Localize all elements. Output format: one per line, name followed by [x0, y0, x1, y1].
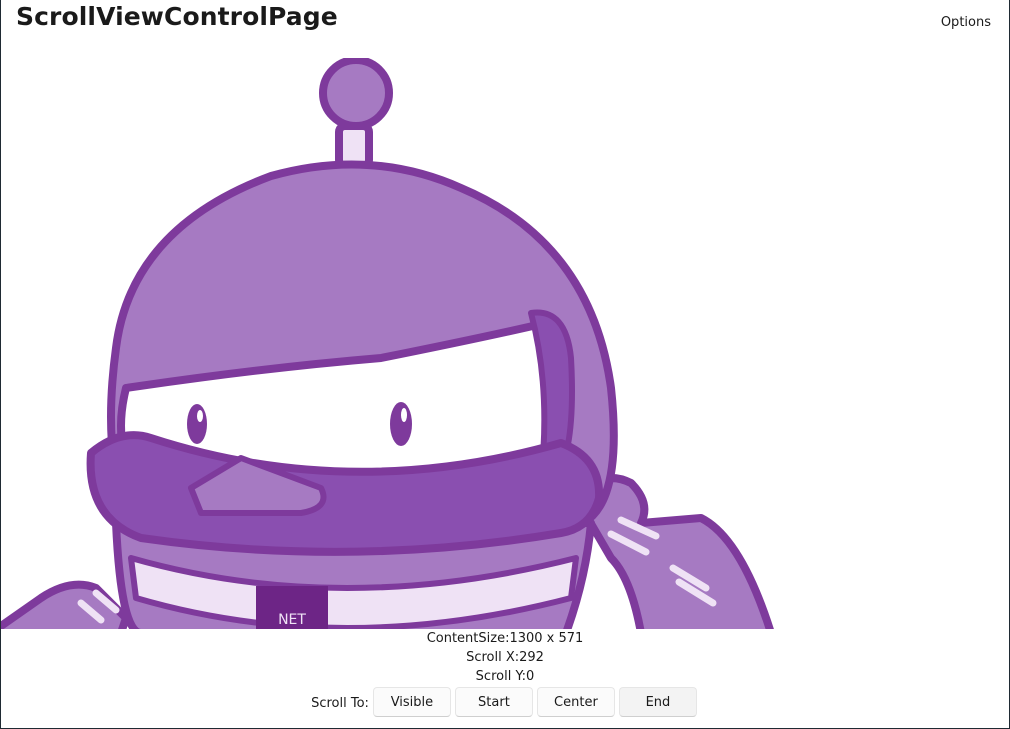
- scroll-center-button[interactable]: Center: [536, 687, 615, 717]
- scroll-y-label: Scroll Y:0: [475, 669, 535, 684]
- scroll-start-button[interactable]: Start: [454, 687, 533, 717]
- dotnet-bot-image: NET: [1, 58, 774, 629]
- scroll-to-toolbar: Scroll To: Visible Start Center End: [1, 686, 1009, 718]
- options-menu-button[interactable]: Options: [941, 15, 991, 30]
- app-window: ScrollViewControlPage Options NET Conten…: [0, 0, 1010, 729]
- scroll-visible-button[interactable]: Visible: [372, 687, 451, 717]
- scroll-view[interactable]: NET: [1, 58, 1009, 629]
- scroll-end-button[interactable]: End: [618, 687, 697, 717]
- page-title: ScrollViewControlPage: [16, 2, 338, 31]
- scroll-to-label: Scroll To:: [311, 695, 369, 711]
- bot-badge-label: NET: [278, 612, 306, 628]
- content-size-label: ContentSize:1300 x 571: [426, 631, 584, 646]
- scroll-x-label: Scroll X:292: [466, 650, 544, 665]
